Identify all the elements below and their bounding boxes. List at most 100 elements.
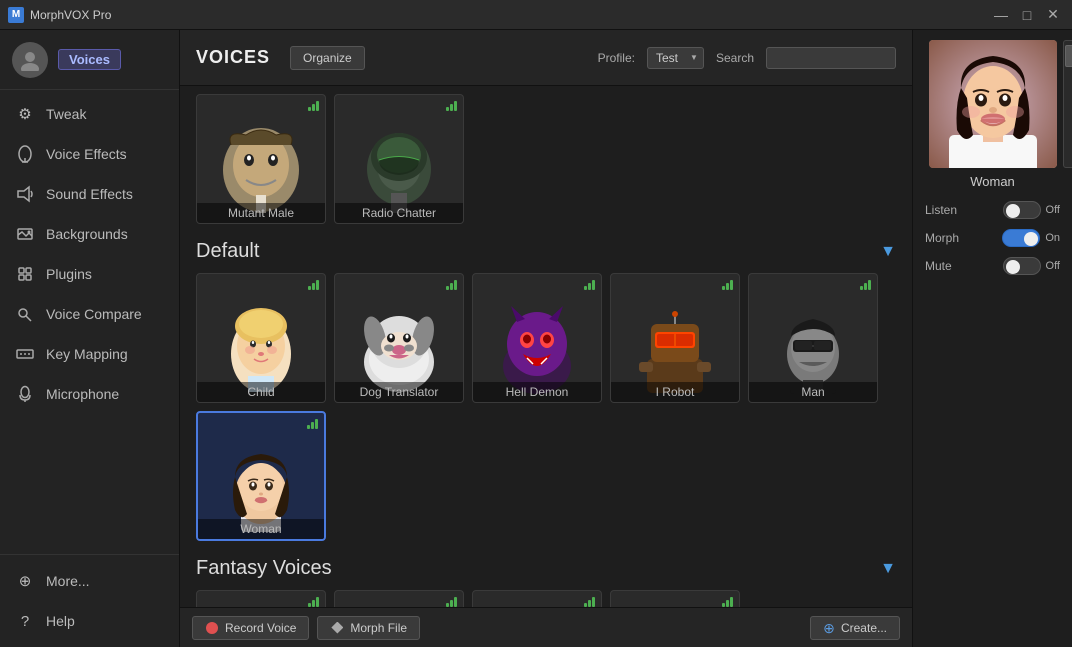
voices-badge[interactable]: Voices xyxy=(58,49,121,70)
section-header-fantasy: Fantasy Voices ▼ xyxy=(196,549,896,590)
listen-toggle-state: Off xyxy=(1046,204,1060,216)
search-label: Search xyxy=(716,51,754,65)
signal-mutant-male xyxy=(308,101,319,111)
profile-select[interactable]: Test xyxy=(647,47,704,69)
voice-card-i-robot-label: I Robot xyxy=(611,382,739,402)
morph-file-icon xyxy=(330,621,344,635)
search-input[interactable] xyxy=(766,47,896,69)
key-mapping-icon xyxy=(14,343,36,365)
sound-effects-icon xyxy=(14,183,36,205)
voice-card-dog-translator-label: Dog Translator xyxy=(335,382,463,402)
create-icon: ⊕ xyxy=(823,622,835,634)
avatar xyxy=(12,42,48,78)
sidebar-item-tweak-label: Tweak xyxy=(46,106,86,122)
microphone-icon xyxy=(14,383,36,405)
voice-card-hell-demon[interactable]: Hell Demon xyxy=(472,273,602,403)
voice-card-nasty-gnome[interactable]: Nasty Gnome xyxy=(610,590,740,607)
signal-nasty-gnome xyxy=(722,597,733,607)
voice-card-dwarf[interactable]: Dwarf xyxy=(196,590,326,607)
voice-card-man[interactable]: Man xyxy=(748,273,878,403)
morph-toggle-knob xyxy=(1024,232,1038,246)
record-icon xyxy=(205,621,219,635)
listen-toggle: Off xyxy=(1003,201,1060,219)
morph-file-button[interactable]: Morph File xyxy=(317,616,420,640)
create-button[interactable]: ⊕ Create... xyxy=(810,616,900,640)
main-layout: Voices ⚙ Tweak Voice Effects Sound Effec… xyxy=(0,30,1072,647)
sidebar-item-voice-compare[interactable]: Voice Compare xyxy=(0,294,179,334)
signal-female-pixie xyxy=(446,597,457,607)
minimize-button[interactable]: — xyxy=(990,4,1012,26)
voice-card-radio-chatter[interactable]: Radio Chatter xyxy=(334,94,464,224)
sidebar-item-voice-effects-label: Voice Effects xyxy=(46,146,127,162)
listen-toggle-knob xyxy=(1006,204,1020,218)
maximize-button[interactable]: □ xyxy=(1016,4,1038,26)
voice-card-man-label: Man xyxy=(749,382,877,402)
sidebar-item-key-mapping[interactable]: Key Mapping xyxy=(0,334,179,374)
sidebar-item-voice-compare-label: Voice Compare xyxy=(46,306,142,322)
slider-thumb-1[interactable] xyxy=(1065,45,1072,67)
sidebar-item-key-mapping-label: Key Mapping xyxy=(46,346,128,362)
signal-woman xyxy=(307,419,318,429)
create-label: Create... xyxy=(841,621,887,635)
mute-toggle-track[interactable] xyxy=(1003,257,1041,275)
record-voice-button[interactable]: Record Voice xyxy=(192,616,309,640)
tweak-icon: ⚙ xyxy=(14,103,36,125)
voice-card-giant[interactable]: Giant xyxy=(472,590,602,607)
signal-i-robot xyxy=(722,280,733,290)
listen-label: Listen xyxy=(925,203,957,217)
signal-hell-demon xyxy=(584,280,595,290)
morph-toggle-track[interactable] xyxy=(1002,229,1040,247)
mute-toggle-state: Off xyxy=(1046,260,1060,272)
voice-card-radio-chatter-label: Radio Chatter xyxy=(335,203,463,223)
section-collapse-fantasy[interactable]: ▼ xyxy=(880,560,896,578)
voice-card-mutant-male[interactable]: Mutant Male xyxy=(196,94,326,224)
morph-label: Morph xyxy=(925,231,959,245)
organize-button[interactable]: Organize xyxy=(290,46,365,70)
sidebar-item-sound-effects[interactable]: Sound Effects xyxy=(0,174,179,214)
sidebar-profile: Voices xyxy=(0,30,179,90)
voice-card-dog-translator[interactable]: Dog Translator xyxy=(334,273,464,403)
close-button[interactable]: ✕ xyxy=(1042,4,1064,26)
panel-slider-1[interactable] xyxy=(1063,40,1072,168)
voice-compare-icon xyxy=(14,303,36,325)
voice-card-child-label: Child xyxy=(197,382,325,402)
sidebar-item-backgrounds-label: Backgrounds xyxy=(46,226,128,242)
morph-file-label: Morph File xyxy=(350,621,407,635)
mute-control: Mute Off xyxy=(921,257,1064,275)
voice-card-hell-demon-label: Hell Demon xyxy=(473,382,601,402)
sidebar-item-tweak[interactable]: ⚙ Tweak xyxy=(0,94,179,134)
plugins-icon xyxy=(14,263,36,285)
section-title-default: Default xyxy=(196,240,259,263)
voice-card-i-robot[interactable]: I Robot xyxy=(610,273,740,403)
sidebar-item-microphone-label: Microphone xyxy=(46,386,119,402)
morph-toggle: On xyxy=(1002,229,1060,247)
content-area: VOICES Organize Profile: Test Search xyxy=(180,30,912,647)
voice-card-woman-label: Woman xyxy=(198,519,324,539)
voice-card-female-pixie[interactable]: Female Pixie xyxy=(334,590,464,607)
sidebar-item-plugins[interactable]: Plugins xyxy=(0,254,179,294)
voice-card-woman[interactable]: Woman xyxy=(196,411,326,541)
sidebar-item-microphone[interactable]: Microphone xyxy=(0,374,179,414)
sidebar: Voices ⚙ Tweak Voice Effects Sound Effec… xyxy=(0,30,180,647)
fantasy-voice-grid: Dwarf xyxy=(196,590,896,607)
voice-effects-icon xyxy=(14,143,36,165)
signal-dwarf xyxy=(308,597,319,607)
bottom-bar: Record Voice Morph File ⊕ Create... xyxy=(180,607,912,647)
mute-label: Mute xyxy=(925,259,952,273)
voice-card-child[interactable]: Child xyxy=(196,273,326,403)
sidebar-item-backgrounds[interactable]: Backgrounds xyxy=(0,214,179,254)
section-collapse-default[interactable]: ▼ xyxy=(880,243,896,261)
signal-radio-chatter xyxy=(446,101,457,111)
sidebar-item-voice-effects[interactable]: Voice Effects xyxy=(0,134,179,174)
panel-photo xyxy=(929,40,1057,168)
sidebar-item-more[interactable]: ⊕ More... xyxy=(0,561,179,601)
right-panel: Woman Listen Off Morph On Mute xyxy=(912,30,1072,647)
voices-area: Mutant Male xyxy=(180,86,912,607)
sidebar-item-help[interactable]: ? Help xyxy=(0,601,179,641)
backgrounds-icon xyxy=(14,223,36,245)
morph-control: Morph On xyxy=(921,229,1064,247)
mute-toggle-knob xyxy=(1006,260,1020,274)
profile-label: Profile: xyxy=(598,51,635,65)
listen-toggle-track[interactable] xyxy=(1003,201,1041,219)
voice-card-mutant-male-label: Mutant Male xyxy=(197,203,325,223)
